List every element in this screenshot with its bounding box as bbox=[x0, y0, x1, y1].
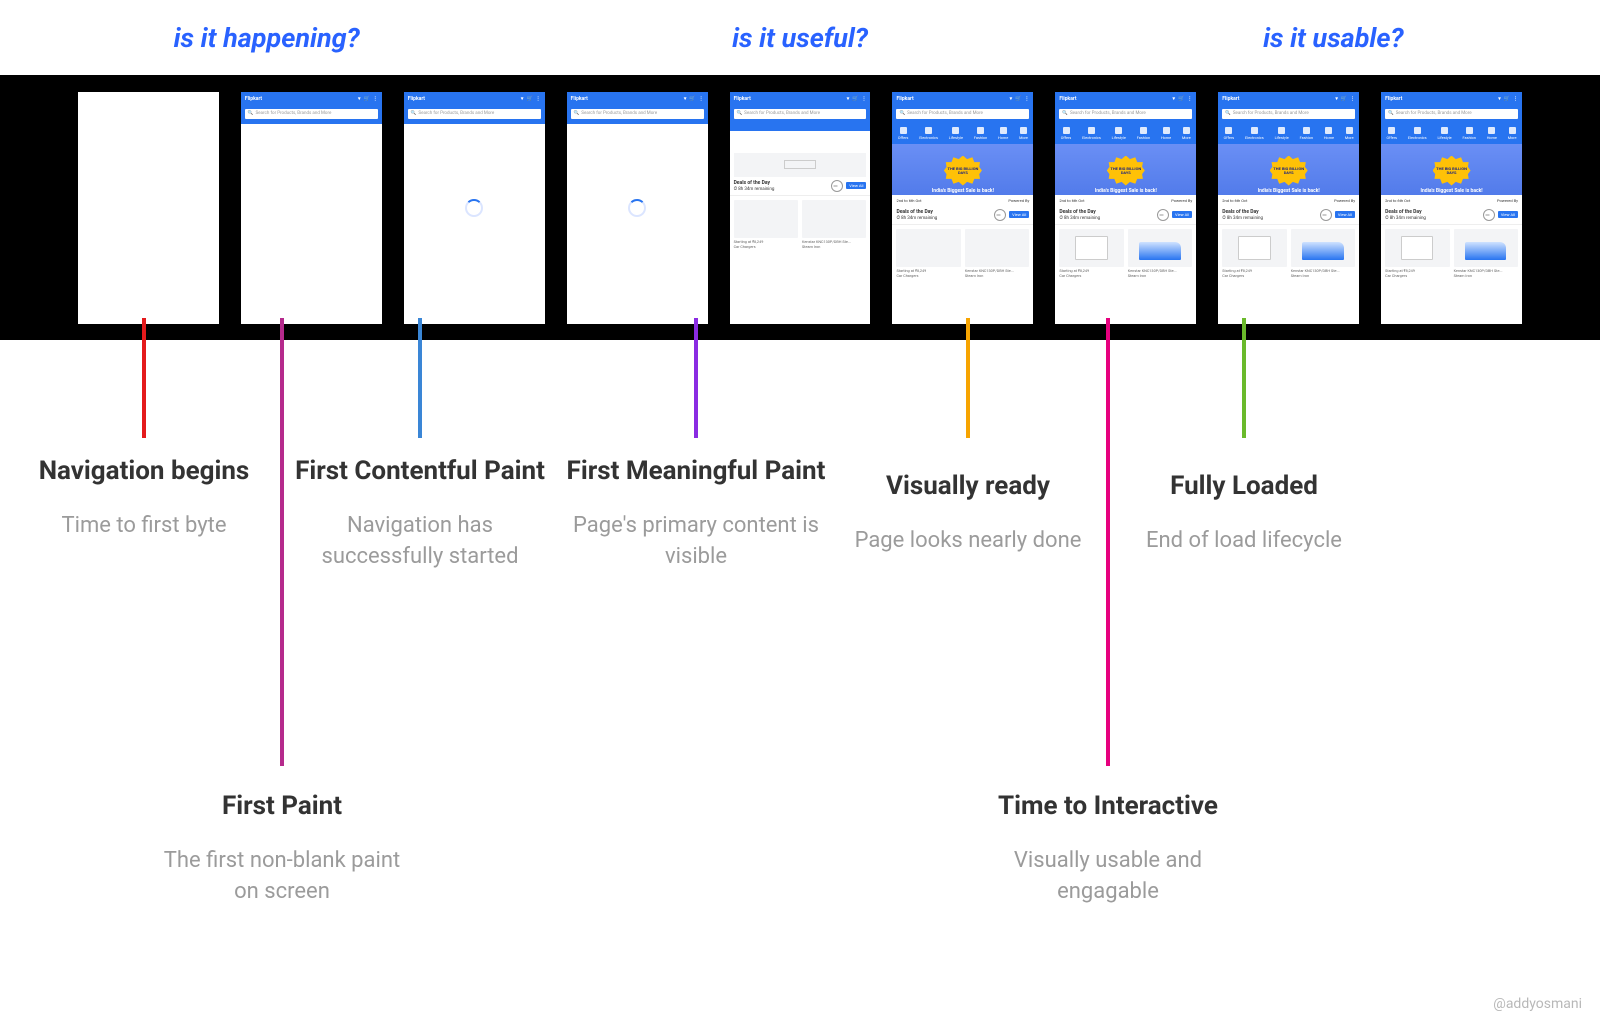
category-bar: Offers Electronics Lifestyle Fashion Hom… bbox=[892, 124, 1033, 144]
milestone-title: Navigation begins bbox=[14, 455, 274, 488]
marker-fl bbox=[1242, 318, 1246, 438]
milestone-tti: Time to Interactive Visually usable and … bbox=[978, 790, 1238, 908]
milestone-vr: Visually ready Page looks nearly done bbox=[838, 470, 1098, 556]
questions-row: is it happening? is it useful? is it usa… bbox=[0, 22, 1600, 54]
question-useful: is it useful? bbox=[585, 22, 1015, 54]
milestone-fl: Fully Loaded End of load lifecycle bbox=[1114, 470, 1374, 556]
question-happening: is it happening? bbox=[52, 22, 482, 54]
frame-blank bbox=[78, 92, 219, 324]
marker-tti bbox=[1106, 318, 1110, 766]
question-usable: is it usable? bbox=[1118, 22, 1548, 54]
search-icon: 🔍 bbox=[248, 111, 254, 116]
credit: @addyosmani bbox=[1493, 996, 1582, 1012]
placeholder-image bbox=[734, 153, 867, 177]
frame-fmp-2: Flipkart▾🛒⋮ 🔍Search for Products, Brands… bbox=[892, 92, 1033, 324]
frame-visually-ready: Flipkart▾🛒⋮ 🔍Search for Products, Brands… bbox=[1055, 92, 1196, 324]
brand-label: Flipkart bbox=[245, 96, 262, 102]
milestone-fmp: First Meaningful Paint Page's primary co… bbox=[566, 455, 826, 573]
milestone-nav: Navigation begins Time to first byte bbox=[14, 455, 274, 541]
sale-badge: THE BIG BILLION DAYS bbox=[944, 156, 982, 186]
timeline-strip: Flipkart ▾🛒⋮ 🔍Search for Products, Brands… bbox=[0, 75, 1600, 340]
spinner-icon bbox=[465, 199, 483, 217]
header-icons: ▾🛒⋮ bbox=[355, 96, 378, 102]
deals-row: Deals of the Day⏱ 8h 34m remaining View … bbox=[730, 177, 871, 196]
marker-fmp bbox=[694, 318, 698, 438]
marker-nav bbox=[142, 318, 146, 438]
frame-fully-loaded: Flipkart▾🛒⋮ 🔍Search for Products, Brands… bbox=[1381, 92, 1522, 324]
frame-fmp-1: Flipkart▾🛒⋮ 🔍Search for Products, Brands… bbox=[730, 92, 871, 324]
category-bar bbox=[730, 124, 871, 131]
marker-fcp bbox=[418, 318, 422, 438]
milestone-desc: Time to first byte bbox=[14, 510, 274, 542]
spinner-icon bbox=[628, 199, 646, 217]
marker-fp bbox=[280, 318, 284, 766]
clock-icon bbox=[831, 180, 843, 192]
milestone-fcp: First Contentful Paint Navigation has su… bbox=[290, 455, 550, 573]
milestone-fp: First Paint The first non-blank paint on… bbox=[152, 790, 412, 908]
frame-tti: Flipkart▾🛒⋮ 🔍Search for Products, Brands… bbox=[1218, 92, 1359, 324]
view-all-button: View All bbox=[846, 182, 866, 189]
marker-vr bbox=[966, 318, 970, 438]
search-bar: 🔍Search for Products, Brands and More bbox=[245, 109, 378, 119]
search-placeholder: Search for Products, Brands and More bbox=[256, 111, 332, 116]
frame-first-paint: Flipkart ▾🛒⋮ 🔍Search for Products, Brands… bbox=[241, 92, 382, 324]
promo-banner: THE BIG BILLION DAYS India's Biggest Sal… bbox=[892, 144, 1033, 206]
frame-fcp-1: Flipkart▾🛒⋮ 🔍Search for Products, Brands… bbox=[404, 92, 545, 324]
frame-fcp-2: Flipkart▾🛒⋮ 🔍Search for Products, Brands… bbox=[567, 92, 708, 324]
